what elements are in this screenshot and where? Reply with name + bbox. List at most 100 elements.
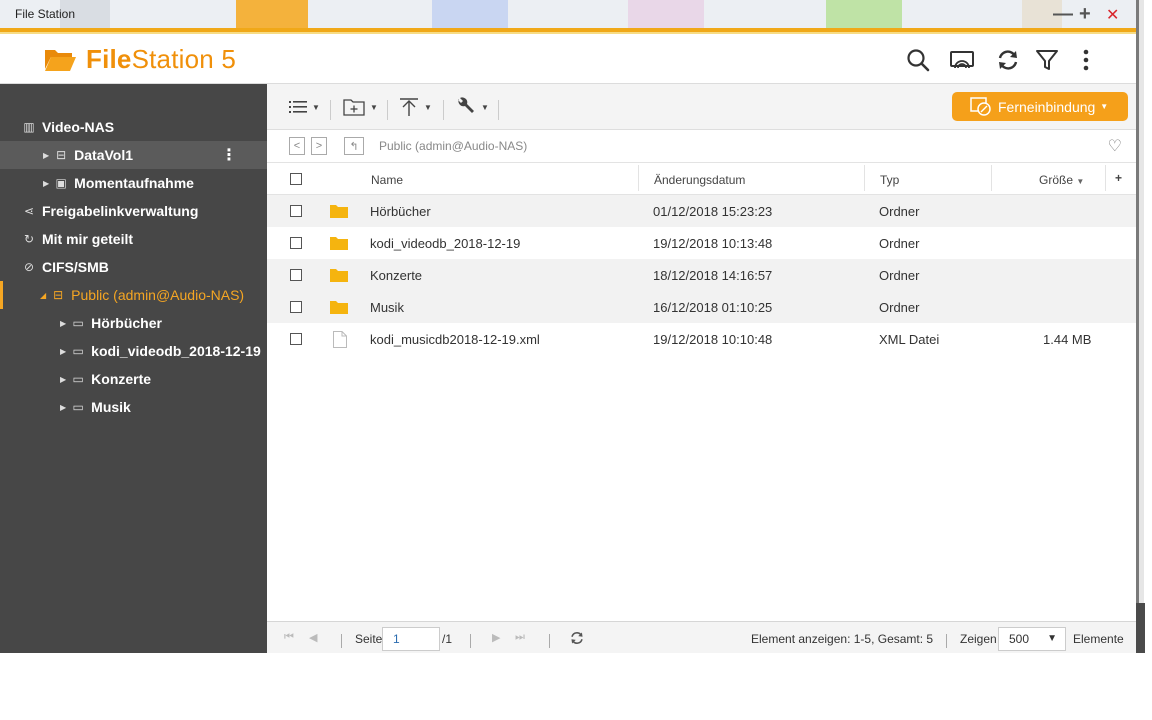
folder-icon: [330, 269, 348, 282]
sidebar-item-cifs-smb[interactable]: ⊘ CIFS/SMB: [0, 253, 267, 281]
row-checkbox[interactable]: [290, 301, 302, 313]
wrench-icon: [458, 97, 474, 113]
sidebar-item-shared-with-me[interactable]: ↻ Mit mir geteilt: [0, 225, 267, 253]
toolbar: ▼ ▼ ▼ ▼ Ferneinbindung ▼: [267, 84, 1136, 130]
cast-icon[interactable]: [949, 47, 975, 73]
background-app-icon: [628, 0, 704, 28]
dropdown-caret-icon: ▼: [1100, 102, 1109, 111]
background-app-icon: [236, 0, 308, 28]
file-name: Musik: [370, 300, 404, 315]
network-drive-icon: ⊟: [53, 288, 64, 302]
column-header-name[interactable]: Name: [371, 173, 403, 187]
upload-button[interactable]: ▼: [399, 96, 432, 118]
sidebar-nas-header[interactable]: ▥ Video-NAS: [0, 113, 267, 141]
more-icon[interactable]: ⋮: [221, 145, 237, 165]
file-name: Hörbücher: [370, 204, 431, 219]
file-name: Konzerte: [370, 268, 423, 283]
forward-button[interactable]: >: [311, 137, 327, 155]
prev-page-icon[interactable]: ◀: [309, 631, 317, 644]
sidebar-item-label: Konzerte: [91, 371, 152, 387]
refresh-icon[interactable]: [995, 47, 1021, 73]
file-type: Ordner: [879, 236, 920, 251]
column-divider[interactable]: [638, 165, 639, 191]
maximize-button[interactable]: +: [1079, 4, 1091, 24]
sidebar-item-snapshot[interactable]: ▶ ▣ Momentaufnahme: [0, 169, 267, 197]
sidebar-item-musik[interactable]: ▶ ▭ Musik: [0, 393, 267, 421]
file-type: Ordner: [879, 268, 920, 283]
row-checkbox[interactable]: [290, 333, 302, 345]
footer-divider: [549, 634, 550, 648]
row-checkbox[interactable]: [290, 205, 302, 217]
sidebar-item-datavol1[interactable]: ▶ ⊟ DataVol1 ⋮: [0, 141, 267, 169]
sidebar-item-label: Freigabelinkverwaltung: [42, 203, 199, 219]
title-bar[interactable]: File Station — + ✕: [0, 0, 1136, 28]
more-icon[interactable]: [1073, 47, 1099, 73]
filter-icon[interactable]: [1034, 47, 1060, 73]
expand-arrow-icon[interactable]: ▶: [60, 319, 66, 328]
items-per-page-select[interactable]: 500 ▼: [998, 627, 1066, 651]
toolbar-divider: [443, 100, 444, 120]
upload-icon: [400, 98, 418, 116]
sidebar-item-label: DataVol1: [74, 147, 134, 163]
back-button[interactable]: <: [289, 137, 305, 155]
app-name: FileStation 5: [86, 44, 237, 74]
up-level-button[interactable]: ↰: [344, 137, 364, 155]
column-header-type[interactable]: Typ: [880, 173, 899, 187]
footer-divider: [341, 634, 342, 648]
row-checkbox[interactable]: [290, 269, 302, 281]
sidebar-item-konzerte[interactable]: ▶ ▭ Konzerte: [0, 365, 267, 393]
new-folder-button[interactable]: ▼: [343, 96, 378, 118]
file-date: 01/12/2018 15:23:23: [653, 204, 773, 219]
page-total: /1: [442, 632, 453, 646]
expand-arrow-icon[interactable]: ▶: [60, 375, 66, 384]
app-header: FileStation 5: [0, 34, 1136, 84]
table-row[interactable]: kodi_videodb_2018-12-19 19/12/2018 10:13…: [267, 227, 1136, 259]
column-header-date[interactable]: Änderungsdatum: [654, 173, 745, 187]
last-page-icon[interactable]: ⏭: [515, 631, 525, 644]
expand-arrow-icon[interactable]: ▶: [43, 179, 49, 188]
sidebar-item-label: Mit mir geteilt: [42, 231, 134, 247]
table-row[interactable]: kodi_musicdb2018-12-19.xml 19/12/2018 10…: [267, 323, 1136, 355]
row-checkbox[interactable]: [290, 237, 302, 249]
refresh-icon[interactable]: [569, 630, 585, 646]
first-page-icon[interactable]: ⏮: [284, 631, 294, 644]
sidebar-item-kodi-videodb[interactable]: ▶ ▭ kodi_videodb_2018-12-19: [0, 337, 267, 365]
sidebar-item-share-links[interactable]: ⋖ Freigabelinkverwaltung: [0, 197, 267, 225]
column-divider[interactable]: [991, 165, 992, 191]
dropdown-caret-icon: ▼: [424, 102, 432, 112]
snapshot-icon: ▣: [55, 176, 67, 190]
collapse-arrow-icon[interactable]: ◢: [40, 291, 46, 300]
sidebar-item-hoerbuecher[interactable]: ▶ ▭ Hörbücher: [0, 309, 267, 337]
chevron-left-icon: <: [293, 140, 301, 152]
table-row[interactable]: Musik 16/12/2018 01:10:25 Ordner: [267, 291, 1136, 323]
remote-mount-button[interactable]: Ferneinbindung ▼: [952, 92, 1128, 121]
file-type: Ordner: [879, 204, 920, 219]
table-row[interactable]: Konzerte 18/12/2018 14:16:57 Ordner: [267, 259, 1136, 291]
column-header-size[interactable]: Größe ▼: [1039, 173, 1084, 187]
view-mode-button[interactable]: ▼: [289, 96, 320, 118]
expand-arrow-icon[interactable]: ▶: [43, 151, 49, 160]
minimize-button[interactable]: —: [1053, 4, 1073, 24]
file-list-header: Name Änderungsdatum Typ Größe ▼ +: [267, 163, 1136, 195]
table-row[interactable]: Hörbücher 01/12/2018 15:23:23 Ordner: [267, 195, 1136, 227]
folder-icon: [330, 237, 348, 250]
add-column-icon[interactable]: +: [1115, 171, 1122, 185]
pagination-bar: ⏮ ◀ Seite 1 /1 ▶ ⏭ Element anzeigen: 1-5…: [267, 621, 1136, 653]
tools-button[interactable]: ▼: [456, 96, 489, 118]
column-divider[interactable]: [864, 165, 865, 191]
items-per-page-value: 500: [1009, 632, 1030, 646]
search-icon[interactable]: [905, 47, 931, 73]
column-divider[interactable]: [1105, 165, 1106, 191]
close-button[interactable]: ✕: [1106, 6, 1119, 26]
favorite-icon[interactable]: ♡: [1108, 136, 1122, 156]
window-edge: [1136, 0, 1152, 653]
expand-arrow-icon[interactable]: ▶: [60, 403, 66, 412]
expand-arrow-icon[interactable]: ▶: [60, 347, 66, 356]
page-number-input[interactable]: 1: [382, 627, 440, 651]
sidebar-item-public-share[interactable]: ◢ ⊟ Public (admin@Audio-NAS): [0, 281, 267, 309]
select-all-checkbox[interactable]: [290, 173, 302, 185]
next-page-icon[interactable]: ▶: [492, 631, 500, 644]
sidebar-item-label: Hörbücher: [91, 315, 162, 331]
sidebar-item-label: Public (admin@Audio-NAS): [71, 287, 245, 303]
toolbar-divider: [387, 100, 388, 120]
